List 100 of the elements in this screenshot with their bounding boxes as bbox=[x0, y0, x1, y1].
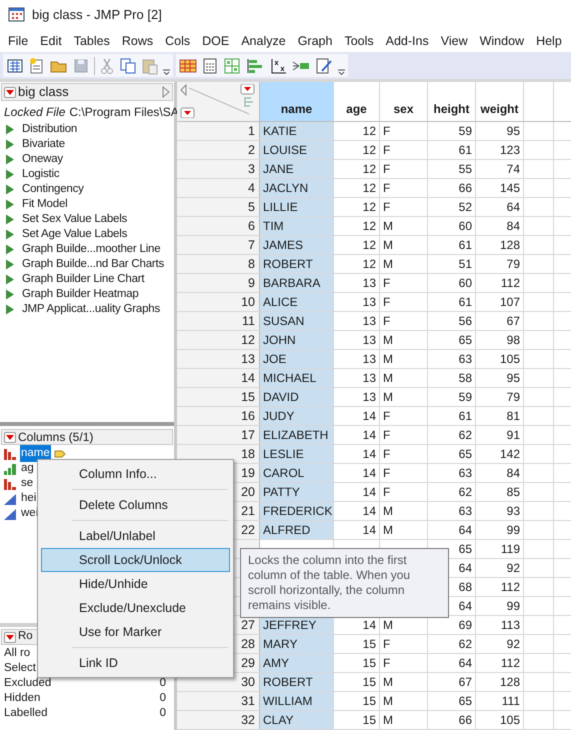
new-table-icon[interactable] bbox=[6, 56, 24, 74]
script-item[interactable]: Logistic bbox=[22, 166, 60, 184]
row-header[interactable]: 11 bbox=[177, 312, 260, 330]
grid-icon[interactable] bbox=[223, 56, 241, 74]
script-item[interactable]: Graph Builder Line Chart bbox=[22, 270, 144, 288]
overflow-chevron-icon[interactable] bbox=[338, 69, 345, 75]
script-item[interactable]: Distribution bbox=[22, 120, 78, 138]
save-icon[interactable] bbox=[72, 56, 90, 74]
menu-item[interactable]: Tools bbox=[338, 32, 380, 50]
menu-item[interactable]: Label/Unlabel bbox=[41, 524, 230, 548]
play-icon[interactable] bbox=[5, 304, 15, 315]
row-header[interactable]: 6 bbox=[177, 217, 260, 235]
row-header[interactable]: 17 bbox=[177, 426, 260, 444]
play-icon[interactable] bbox=[5, 124, 15, 135]
play-icon[interactable] bbox=[5, 229, 15, 240]
menu-item[interactable]: Analyze bbox=[235, 32, 292, 50]
row-header[interactable]: 1 bbox=[177, 122, 260, 140]
table-cell: ELIZABETH bbox=[260, 426, 334, 444]
play-icon[interactable] bbox=[5, 199, 15, 210]
edit-script-icon[interactable] bbox=[315, 56, 333, 74]
menu-item[interactable]: Scroll Lock/Unlock bbox=[41, 548, 230, 572]
column-header[interactable]: name bbox=[260, 82, 334, 121]
script-item[interactable]: Oneway bbox=[22, 150, 63, 168]
table-cell: 12 bbox=[334, 122, 380, 140]
script-item[interactable]: Graph Builde...nd Bar Charts bbox=[22, 256, 164, 274]
menu-item[interactable]: Link ID bbox=[41, 651, 230, 675]
script-item[interactable]: Contingency bbox=[22, 180, 84, 198]
script-item[interactable]: Graph Builde...moother Line bbox=[22, 240, 160, 258]
play-icon[interactable] bbox=[5, 154, 15, 165]
row-state-label: Select bbox=[4, 660, 36, 676]
bar-chart-icon bbox=[3, 462, 17, 474]
play-icon[interactable] bbox=[5, 259, 15, 270]
calculator-icon[interactable] bbox=[202, 56, 218, 74]
play-icon[interactable] bbox=[5, 214, 15, 225]
script-item[interactable]: Graph Builder Heatmap bbox=[22, 286, 139, 304]
menu-item[interactable]: Tables bbox=[68, 32, 116, 50]
play-icon[interactable] bbox=[5, 289, 15, 300]
menu-item[interactable]: Delete Columns bbox=[41, 493, 230, 517]
menu-item[interactable]: Window bbox=[474, 32, 530, 50]
row-header[interactable]: 9 bbox=[177, 274, 260, 292]
row-header[interactable]: 5 bbox=[177, 198, 260, 216]
table-cell: 13 bbox=[334, 388, 380, 406]
table-cell: 14 bbox=[334, 502, 380, 520]
axis-icon[interactable] bbox=[269, 56, 287, 74]
row-header[interactable]: 2 bbox=[177, 141, 260, 159]
row-header[interactable]: 7 bbox=[177, 236, 260, 254]
row-header[interactable]: 8 bbox=[177, 255, 260, 273]
row-header[interactable]: 12 bbox=[177, 331, 260, 349]
dropdown-button[interactable] bbox=[4, 632, 16, 642]
row-header[interactable]: 13 bbox=[177, 350, 260, 368]
play-icon[interactable] bbox=[5, 274, 15, 285]
data-table-icon[interactable] bbox=[179, 56, 197, 74]
table-cell: 12 bbox=[334, 160, 380, 178]
row-header[interactable]: 16 bbox=[177, 407, 260, 425]
menu-item[interactable]: Column Info... bbox=[41, 462, 230, 486]
app-icon bbox=[8, 6, 26, 24]
menu-item[interactable]: Cols bbox=[159, 32, 196, 50]
row-header[interactable]: 10 bbox=[177, 293, 260, 311]
menu-item[interactable]: DOE bbox=[196, 32, 236, 50]
row-header[interactable]: 4 bbox=[177, 179, 260, 197]
menu-item[interactable]: Add-Ins bbox=[380, 32, 435, 50]
row-header[interactable]: 32 bbox=[177, 711, 260, 729]
menu-item[interactable]: Use for Marker bbox=[41, 620, 230, 644]
menu-item[interactable]: View bbox=[434, 32, 474, 50]
menu-item[interactable]: Exclude/Unexclude bbox=[41, 596, 230, 620]
menu-item[interactable]: Help bbox=[530, 32, 568, 50]
expand-arrow-icon[interactable] bbox=[162, 86, 170, 98]
script-item[interactable]: Fit Model bbox=[22, 196, 68, 214]
play-icon[interactable] bbox=[5, 169, 15, 180]
table-cell: F bbox=[380, 654, 428, 672]
script-item[interactable]: JMP Applicat...uality Graphs bbox=[22, 300, 160, 318]
row-header[interactable]: 3 bbox=[177, 160, 260, 178]
menu-item[interactable]: File bbox=[2, 32, 34, 50]
play-icon[interactable] bbox=[5, 244, 15, 255]
column-name[interactable]: hei bbox=[20, 490, 38, 508]
script-item[interactable]: Bivariate bbox=[22, 136, 65, 154]
row-header[interactable]: 31 bbox=[177, 692, 260, 710]
dropdown-button[interactable] bbox=[4, 432, 16, 442]
script-item[interactable]: Set Age Value Labels bbox=[22, 226, 128, 244]
table-cell: 14 bbox=[334, 426, 380, 444]
dropdown-button[interactable] bbox=[4, 86, 16, 98]
script-item[interactable]: Set Sex Value Labels bbox=[22, 210, 128, 228]
row-header[interactable]: 14 bbox=[177, 369, 260, 387]
copy-icon[interactable] bbox=[119, 56, 137, 74]
caret-icon bbox=[6, 90, 14, 94]
row-state-label: All ro bbox=[4, 646, 30, 661]
table-cell: 93 bbox=[476, 502, 524, 520]
menu-item[interactable]: Graph bbox=[292, 32, 338, 50]
table-cell: 60 bbox=[428, 217, 476, 235]
table-cell: 13 bbox=[334, 350, 380, 368]
bar-chart-icon[interactable] bbox=[246, 56, 264, 74]
menu-item[interactable]: Hide/Unhide bbox=[41, 572, 230, 596]
column-name[interactable]: ag bbox=[20, 460, 35, 478]
play-icon[interactable] bbox=[5, 184, 15, 195]
overflow-chevron-icon[interactable] bbox=[163, 69, 170, 75]
menu-item[interactable]: Rows bbox=[116, 32, 160, 50]
row-header[interactable]: 15 bbox=[177, 388, 260, 406]
menu-item[interactable]: Edit bbox=[34, 32, 68, 50]
column-name[interactable]: se bbox=[20, 474, 34, 492]
play-icon[interactable] bbox=[5, 139, 15, 150]
